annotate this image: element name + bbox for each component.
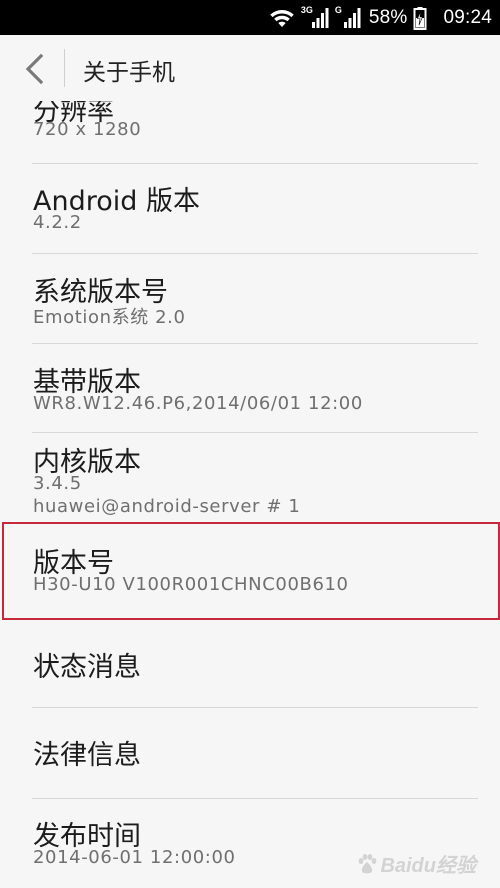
item-value: 2014-06-01 12:00:00 <box>33 847 236 868</box>
item-value: Emotion系统 2.0 <box>33 307 186 328</box>
list-item-resolution[interactable]: 分辨率 720 x 1280 <box>0 101 500 163</box>
item-value: 3.4.5 <box>33 473 82 494</box>
page-title: 关于手机 <box>83 60 175 86</box>
item-title: 状态消息 <box>33 652 141 683</box>
highlight-box <box>2 522 500 620</box>
item-value: 720 x 1280 <box>33 119 142 140</box>
list-item-system-version[interactable]: 系统版本号 Emotion系统 2.0 <box>0 254 500 343</box>
back-button[interactable] <box>14 49 54 89</box>
battery-charging-icon <box>413 6 427 30</box>
signal-icon <box>343 7 361 28</box>
baidu-watermark: Baidu经验 <box>356 849 476 878</box>
wifi-icon <box>270 9 294 27</box>
baidu-paw-icon <box>359 853 377 873</box>
list-item-android-version[interactable]: Android 版本 4.2.2 <box>0 164 500 253</box>
item-title: 法律信息 <box>33 740 141 771</box>
about-phone-list: 分辨率 720 x 1280 Android 版本 4.2.2 系统版本号 Em… <box>0 101 500 888</box>
list-item-status[interactable]: 状态消息 <box>0 620 500 707</box>
signal-3g-indicator: 3G <box>301 5 329 30</box>
list-item-baseband-version[interactable]: 基带版本 WR8.W12.46.P6,2014/06/01 12:00 <box>0 344 500 432</box>
signal-icon <box>311 7 329 28</box>
clock: 09:24 <box>443 6 492 28</box>
item-value: WR8.W12.46.P6,2014/06/01 12:00 <box>33 393 363 414</box>
watermark-text: Baidu经验 <box>380 855 476 877</box>
item-value: 4.2.2 <box>33 212 82 233</box>
signal-g-indicator: G <box>335 5 363 30</box>
list-item-kernel-version[interactable]: 内核版本 3.4.5 huawei@android-server # 1 <box>0 433 500 523</box>
chevron-left-icon <box>25 53 44 85</box>
battery-percent: 58% <box>368 6 408 28</box>
action-bar: 关于手机 <box>0 35 500 101</box>
header-divider <box>64 49 65 87</box>
status-icons: 3G G 58% 09:24 <box>269 0 492 35</box>
list-item-legal[interactable]: 法律信息 <box>0 708 500 798</box>
item-value: huawei@android-server # 1 <box>33 496 301 517</box>
status-bar: 3G G 58% 09:24 <box>0 0 500 35</box>
